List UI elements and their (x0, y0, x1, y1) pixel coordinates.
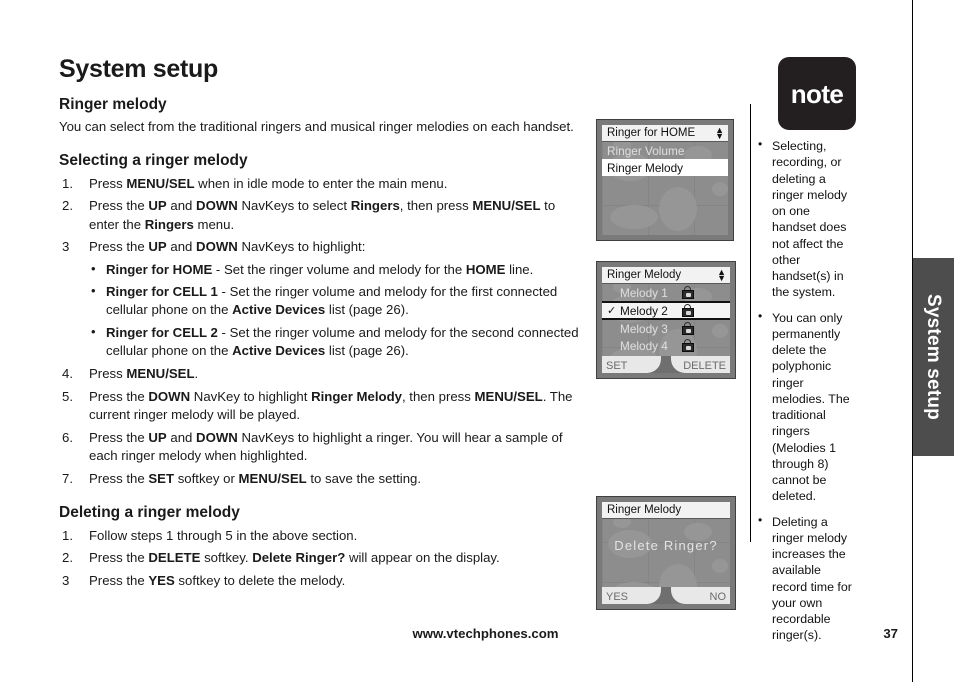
screen-inner: Ringer Melody ▲ ▼ Melody 1 ✓ Melody 2 Mel… (602, 267, 730, 373)
step-number: 2. (62, 550, 73, 566)
phone-screen-ringer-for-home: Ringer for HOME ▲ ▼ Ringer Volume Ringer … (596, 119, 734, 241)
chapter-tab: System setup (913, 258, 954, 456)
dialog-message: Delete Ringer? (614, 538, 718, 553)
softkey-right-label: NO (709, 591, 727, 603)
phone-screen-delete-confirm: Ringer Melody Delete Ringer? YES NO (596, 496, 736, 610)
softkey-left-label: YES (606, 591, 629, 603)
menu-item-melody-2[interactable]: ✓ Melody 2 (602, 301, 730, 320)
selecting-steps-list: 1. Press MENU/SEL when in idle mode to e… (59, 175, 579, 488)
lock-icon (681, 339, 694, 352)
step-item: 4. Press MENU/SEL. (59, 365, 579, 383)
lock-icon (681, 304, 694, 317)
menu-item-label: Melody 3 (620, 321, 668, 336)
page-title: System setup (59, 55, 218, 83)
step-number: 5. (62, 388, 73, 404)
softkey-right-label: DELETE (683, 360, 726, 372)
step-number: 1. (62, 175, 73, 191)
bullet-item-ringer-cell1: Ringer for CELL 1 - Set the ringer volum… (89, 282, 579, 319)
bullet-item-ringer-home: Ringer for HOME - Set the ringer volume … (89, 260, 579, 279)
screen-title-bar: Ringer for HOME ▲ ▼ (602, 125, 728, 142)
section-heading-selecting: Selecting a ringer melody (59, 152, 248, 170)
note-list: Selecting, recording, or deleting a ring… (756, 137, 856, 653)
menu-item-ringer-volume[interactable]: Ringer Volume (602, 142, 728, 159)
step-item: 2. Press the DELETE softkey. Delete Ring… (59, 549, 579, 567)
menu-item-ringer-melody[interactable]: Ringer Melody (602, 159, 728, 176)
step-text: Press the DOWN NavKey to highlight Ringe… (89, 388, 573, 423)
step-text: Press the YES softkey to delete the melo… (89, 572, 346, 588)
menu-item-melody-3[interactable]: Melody 3 (602, 320, 730, 337)
bullet-item-ringer-cell2: Ringer for CELL 2 - Set the ringer volum… (89, 323, 579, 360)
menu-item-label: Ringer Volume (607, 143, 685, 158)
step-item: 2. Press the UP and DOWN NavKeys to sele… (59, 197, 579, 233)
screen-inner: Ringer for HOME ▲ ▼ Ringer Volume Ringer … (602, 125, 728, 235)
step-text: Press the SET softkey or MENU/SEL to sav… (89, 470, 422, 486)
step-item: 7. Press the SET softkey or MENU/SEL to … (59, 470, 579, 488)
screen-title-text: Ringer for HOME (607, 127, 696, 139)
menu-item-label: Ringer Melody (607, 160, 684, 175)
step-text: Press the UP and DOWN NavKeys to highlig… (89, 239, 366, 255)
section-heading-deleting: Deleting a ringer melody (59, 503, 240, 521)
checkmark-icon: ✓ (607, 305, 617, 317)
screen-menu-list: Melody 1 ✓ Melody 2 Melody 3 Melody 4 (602, 284, 730, 354)
note-item: Deleting a ringer melody increases the a… (756, 513, 856, 644)
softkey-bar: YES NO (602, 587, 730, 604)
deleting-steps-list: 1. Follow steps 1 through 5 in the above… (59, 527, 579, 591)
step-text: Follow steps 1 through 5 in the above se… (89, 527, 358, 543)
step-text: Press MENU/SEL when in idle mode to ente… (89, 175, 448, 191)
section-heading-ringer-melody: Ringer melody (59, 95, 167, 113)
step-item: 6. Press the UP and DOWN NavKeys to high… (59, 429, 579, 465)
note-badge: note (778, 57, 856, 130)
main-content: System setup Ringer melody You can selec… (59, 55, 579, 595)
note-badge-label: note (790, 78, 844, 109)
screen-title-bar: Ringer Melody ▲ ▼ (602, 267, 730, 284)
menu-item-melody-4[interactable]: Melody 4 (602, 337, 730, 354)
step-text: Press the UP and DOWN NavKeys to select … (89, 198, 556, 232)
screen-title-text: Ringer Melody (607, 269, 682, 281)
note-item: You can only permanently delete the poly… (756, 309, 856, 505)
step-text: Press the UP and DOWN NavKeys to highlig… (89, 429, 563, 463)
step-number: 2. (62, 198, 73, 214)
step-number: 3 (62, 572, 70, 588)
softkey-left-label: SET (606, 360, 628, 372)
step-item: 1. Follow steps 1 through 5 in the above… (59, 527, 579, 545)
footer-page-number: 37 (883, 626, 898, 641)
step-text: Press MENU/SEL. (89, 366, 199, 382)
step-item: 3 Press the YES softkey to delete the me… (59, 572, 579, 590)
screen-title-bar: Ringer Melody (602, 502, 730, 519)
lock-icon (681, 286, 694, 299)
updown-arrows-icon: ▲ ▼ (717, 267, 726, 283)
step-item: 5. Press the DOWN NavKey to highlight Ri… (59, 388, 579, 424)
menu-item-melody-1[interactable]: Melody 1 (602, 284, 730, 301)
step-item: 1. Press MENU/SEL when in idle mode to e… (59, 175, 579, 193)
chapter-tab-label: System setup (923, 294, 945, 420)
note-item: Selecting, recording, or deleting a ring… (756, 137, 856, 301)
screen-inner: Ringer Melody Delete Ringer? YES NO (602, 502, 730, 604)
highlight-options-list: Ringer for HOME - Set the ringer volume … (89, 260, 579, 361)
phone-screen-ringer-melody-list: Ringer Melody ▲ ▼ Melody 1 ✓ Melody 2 Mel… (596, 261, 736, 379)
lock-icon (681, 322, 694, 335)
menu-item-label: Melody 4 (620, 338, 668, 353)
step-number: 4. (62, 366, 73, 382)
screen-title-text: Ringer Melody (607, 504, 682, 516)
updown-arrows-icon: ▲ ▼ (715, 125, 724, 141)
step-number: 3 (62, 239, 70, 255)
menu-item-label: Melody 1 (620, 285, 668, 300)
step-number: 7. (62, 470, 73, 486)
note-divider (750, 104, 751, 542)
softkey-bar: SET DELETE (602, 356, 730, 373)
step-text: Press the DELETE softkey. Delete Ringer?… (89, 550, 500, 566)
screen-menu-list: Ringer Volume Ringer Melody (602, 142, 728, 176)
step-item: 3 Press the UP and DOWN NavKeys to highl… (59, 238, 579, 360)
menu-item-label: Melody 2 (620, 303, 668, 318)
intro-paragraph: You can select from the traditional ring… (59, 119, 574, 135)
step-number: 1. (62, 527, 73, 543)
step-number: 6. (62, 429, 73, 445)
footer: www.vtechphones.com 37 (59, 626, 912, 646)
footer-website-url: www.vtechphones.com (412, 626, 559, 641)
